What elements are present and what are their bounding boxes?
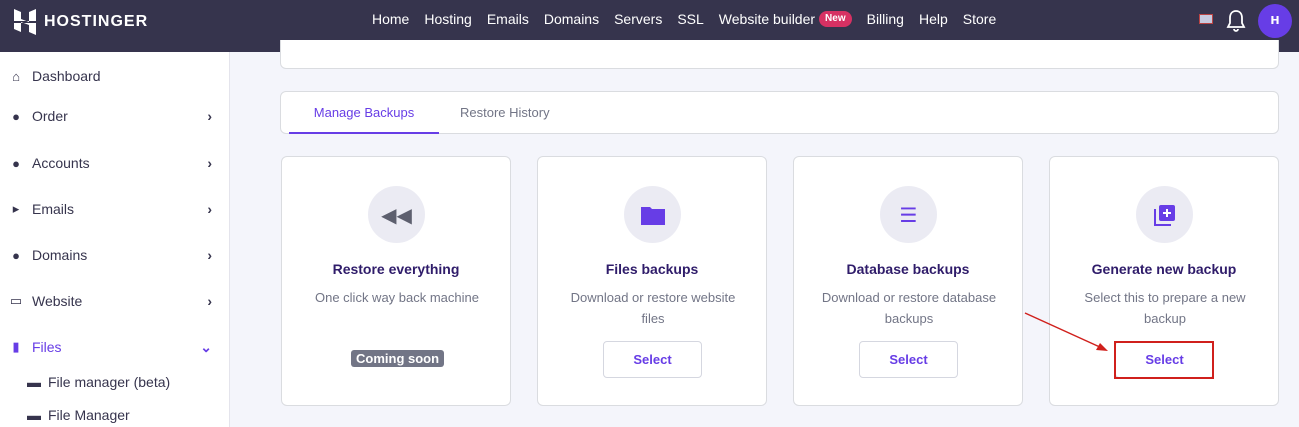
sidebar-item-emails[interactable]: ▸ Emails › [0,201,220,217]
folder-icon [624,186,681,243]
sidebar-item-accounts[interactable]: ● Accounts › [0,155,220,171]
sidebar-item-order[interactable]: ● Order › [0,108,220,124]
nav-help[interactable]: Help [919,11,948,27]
nav-hosting[interactable]: Hosting [424,11,471,27]
nav-domains[interactable]: Domains [544,11,599,27]
hostinger-logo[interactable]: HOSTINGER [14,9,148,35]
highlight-box [1114,341,1214,379]
file-icon: ▮ [12,339,20,354]
database-backups-select-button[interactable]: Select [859,341,958,378]
chevron-right-icon: › [207,155,212,171]
sidebar-item-dashboard[interactable]: ⌂ Dashboard [0,68,220,84]
monitor-icon: ▭ [9,293,23,308]
bell-icon[interactable] [1226,9,1246,33]
annotation-arrow-icon [1024,312,1108,351]
restore-everything-card: ◀◀ Restore everything One click way back… [281,156,511,406]
nav-store[interactable]: Store [963,11,996,27]
chevron-down-icon: ⌄ [200,338,212,355]
hostinger-logo-icon [14,9,36,35]
new-badge: New [819,11,852,27]
sidebar-item-website[interactable]: ▭ Website › [0,293,220,309]
home-icon: ⌂ [12,68,20,84]
globe-icon: ● [12,247,20,263]
nav-emails[interactable]: Emails [487,11,529,27]
sidebar: ⌂ Dashboard ● Order › ● Accounts › ▸ Emails › ●… [0,52,230,427]
nav-servers[interactable]: Servers [614,11,662,27]
avatar[interactable]: H [1258,4,1292,38]
list-icon: ☰ [880,186,937,243]
add-library-icon [1136,186,1193,243]
nav-website-builder[interactable]: Website builder [719,11,815,27]
sidebar-item-domains[interactable]: ● Domains › [0,247,220,263]
language-flag-icon[interactable] [1199,14,1213,24]
info-icon: ● [12,108,20,124]
backup-tabs: Manage Backups Restore History [280,91,1279,134]
info-icon: ● [12,155,20,171]
main-nav: Home Hosting Emails Domains Servers SSL … [372,11,1011,27]
sidebar-item-files[interactable]: ▮ Files ⌄ [0,338,220,356]
nav-ssl[interactable]: SSL [677,11,703,27]
tab-restore-history[interactable]: Restore History [460,92,550,134]
sidebar-subitem-file-manager[interactable]: ▬ File Manager [27,407,130,423]
rewind-icon: ◀◀ [368,186,425,243]
folder-icon: ▬ [27,374,41,390]
email-icon: ▸ [12,201,20,216]
sidebar-subitem-file-manager-beta[interactable]: ▬ File manager (beta) [27,374,170,390]
chevron-right-icon: › [207,201,212,217]
coming-soon-badge: Coming soon [351,350,445,367]
folder-icon: ▬ [27,407,41,423]
chevron-right-icon: › [207,247,212,263]
nav-billing[interactable]: Billing [867,11,904,27]
database-backups-card: ☰ Database backups Download or restore d… [793,156,1023,406]
files-backups-select-button[interactable]: Select [603,341,702,378]
tab-manage-backups[interactable]: Manage Backups [289,92,439,134]
chevron-right-icon: › [207,108,212,124]
top-card [280,40,1279,69]
nav-home[interactable]: Home [372,11,409,27]
files-backups-card: Files backups Download or restore websit… [537,156,767,406]
chevron-right-icon: › [207,293,212,309]
